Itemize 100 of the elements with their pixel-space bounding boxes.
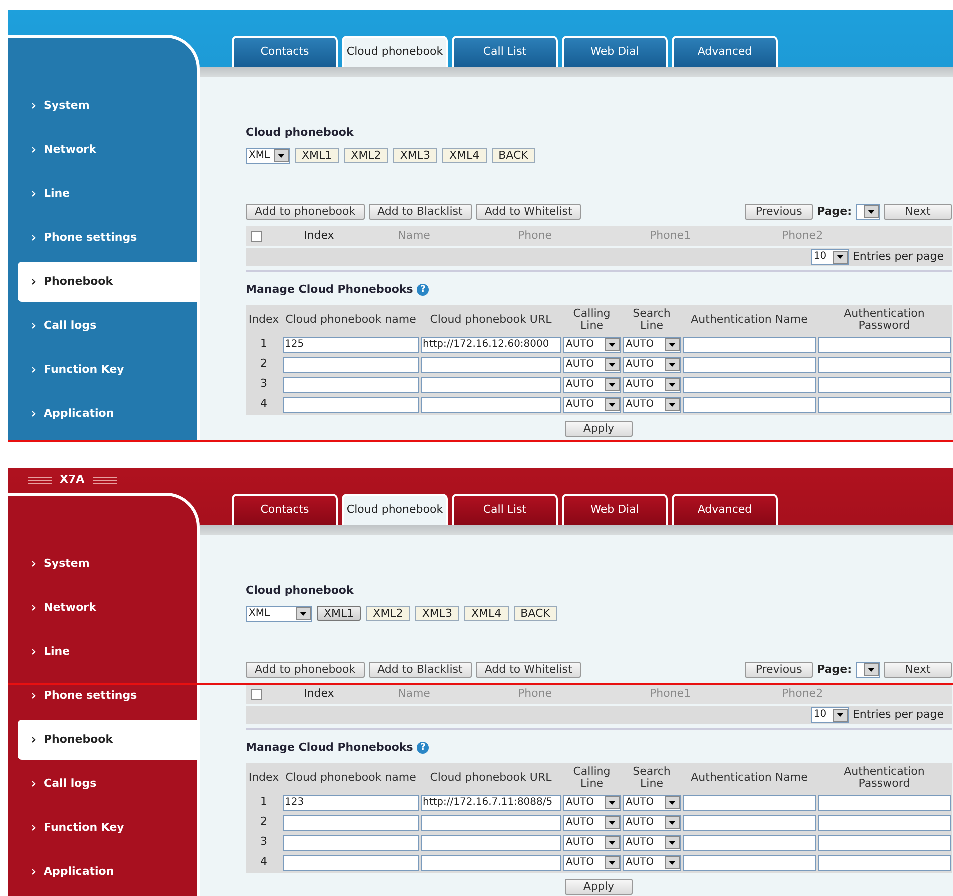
checkbox[interactable] — [251, 230, 262, 242]
action-button[interactable]: Add to Blacklist — [368, 204, 472, 220]
dropdown-field[interactable] — [856, 204, 880, 220]
source-button[interactable]: XML2 — [366, 606, 410, 621]
dropdown-field[interactable]: AUTO — [623, 336, 681, 352]
password-field[interactable] — [818, 854, 951, 870]
sidebar-item[interactable]: Phone settings — [8, 676, 197, 716]
dropdown-field[interactable]: AUTO — [563, 396, 621, 412]
text-field[interactable] — [283, 396, 419, 412]
help-icon[interactable]: ? — [417, 284, 430, 296]
text-field[interactable] — [683, 396, 816, 412]
dropdown-field[interactable]: AUTO — [563, 834, 621, 850]
text-field[interactable] — [421, 834, 561, 850]
action-button[interactable]: Previous — [745, 662, 814, 678]
text-field[interactable] — [421, 396, 561, 412]
dropdown-field[interactable]: 10 — [810, 249, 849, 265]
sidebar-item[interactable]: Application — [8, 852, 197, 892]
action-button[interactable]: Apply — [565, 878, 633, 894]
dropdown-field[interactable]: AUTO — [563, 376, 621, 392]
sidebar-item[interactable]: Function Key — [8, 808, 197, 848]
sidebar-item[interactable]: System — [8, 86, 197, 126]
text-field[interactable] — [683, 376, 816, 392]
source-button[interactable]: XML1 — [317, 606, 362, 621]
action-button[interactable]: Apply — [565, 420, 633, 436]
tab[interactable]: Cloud phonebook — [342, 494, 448, 525]
sidebar-item[interactable]: Call logs — [8, 306, 197, 346]
sidebar-item[interactable]: Phonebook — [18, 262, 200, 302]
text-field[interactable]: http://172.16.7.11:8088/5 — [421, 794, 561, 810]
dropdown-field[interactable]: 10 — [810, 707, 849, 723]
text-field[interactable] — [683, 336, 816, 352]
tab[interactable]: Call List — [452, 494, 558, 525]
action-button[interactable]: Add to Blacklist — [368, 662, 472, 678]
dropdown-field[interactable]: AUTO — [563, 356, 621, 372]
sidebar-item[interactable]: System — [8, 544, 197, 584]
action-button[interactable]: Add to Whitelist — [476, 662, 582, 678]
source-button[interactable]: XML2 — [344, 148, 388, 163]
sidebar-item[interactable]: Function Key — [8, 350, 197, 390]
dropdown-field[interactable]: AUTO — [623, 794, 681, 810]
text-field[interactable] — [283, 854, 419, 870]
text-field[interactable] — [421, 376, 561, 392]
text-field[interactable] — [283, 356, 419, 372]
action-button[interactable]: Add to phonebook — [246, 662, 365, 678]
password-field[interactable] — [818, 396, 951, 412]
dropdown-field[interactable]: AUTO — [623, 834, 681, 850]
source-button[interactable]: XML3 — [415, 606, 460, 621]
tab[interactable]: Call List — [452, 36, 558, 67]
text-field[interactable] — [683, 794, 816, 810]
text-field[interactable]: 125 — [283, 336, 419, 352]
dropdown-field[interactable]: AUTO — [563, 814, 621, 830]
dropdown-field[interactable]: AUTO — [623, 396, 681, 412]
dropdown-field[interactable]: XML — [246, 606, 312, 622]
tab[interactable]: Web Dial — [562, 494, 668, 525]
sidebar-item[interactable]: Line — [8, 174, 197, 214]
tab[interactable]: Advanced — [672, 36, 778, 67]
password-field[interactable] — [818, 376, 951, 392]
checkbox[interactable] — [251, 688, 262, 700]
text-field[interactable] — [683, 854, 816, 870]
action-button[interactable]: Previous — [745, 204, 814, 220]
help-icon[interactable]: ? — [417, 742, 430, 754]
sidebar-item[interactable]: Line — [8, 632, 197, 672]
dropdown-field[interactable]: AUTO — [623, 376, 681, 392]
text-field[interactable] — [683, 834, 816, 850]
tab[interactable]: Contacts — [232, 494, 338, 525]
source-button[interactable]: XML4 — [442, 148, 487, 163]
sidebar-item[interactable]: Network — [8, 130, 197, 170]
text-field[interactable] — [283, 814, 419, 830]
tab[interactable]: Cloud phonebook — [342, 36, 448, 67]
sidebar-item[interactable]: Call logs — [8, 764, 197, 804]
action-button[interactable]: Add to phonebook — [246, 204, 365, 220]
text-field[interactable]: 123 — [283, 794, 419, 810]
tab[interactable]: Advanced — [672, 494, 778, 525]
password-field[interactable] — [818, 794, 951, 810]
source-button[interactable]: XML1 — [295, 148, 340, 163]
dropdown-field[interactable]: AUTO — [623, 356, 681, 372]
tab[interactable]: Contacts — [232, 36, 338, 67]
action-button[interactable]: Add to Whitelist — [476, 204, 582, 220]
dropdown-field[interactable]: AUTO — [623, 854, 681, 870]
sidebar-item[interactable]: Phone settings — [8, 218, 197, 258]
dropdown-field[interactable]: AUTO — [563, 336, 621, 352]
text-field[interactable] — [283, 376, 419, 392]
dropdown-field[interactable]: XML — [246, 148, 290, 164]
text-field[interactable] — [421, 854, 561, 870]
password-field[interactable] — [818, 336, 951, 352]
dropdown-field[interactable]: AUTO — [563, 794, 621, 810]
text-field[interactable] — [421, 356, 561, 372]
sidebar-item[interactable]: Network — [8, 588, 197, 628]
text-field[interactable] — [683, 814, 816, 830]
source-button[interactable]: BACK — [492, 148, 536, 163]
text-field[interactable] — [683, 356, 816, 372]
text-field[interactable] — [283, 834, 419, 850]
action-button[interactable]: Next — [884, 662, 952, 678]
password-field[interactable] — [818, 834, 951, 850]
tab[interactable]: Web Dial — [562, 36, 668, 67]
password-field[interactable] — [818, 356, 951, 372]
source-button[interactable]: XML4 — [464, 606, 509, 621]
text-field[interactable] — [421, 814, 561, 830]
sidebar-item[interactable]: Phonebook — [18, 720, 200, 760]
dropdown-field[interactable]: AUTO — [563, 854, 621, 870]
dropdown-field[interactable]: AUTO — [623, 814, 681, 830]
text-field[interactable]: http://172.16.12.60:8000 — [421, 336, 561, 352]
